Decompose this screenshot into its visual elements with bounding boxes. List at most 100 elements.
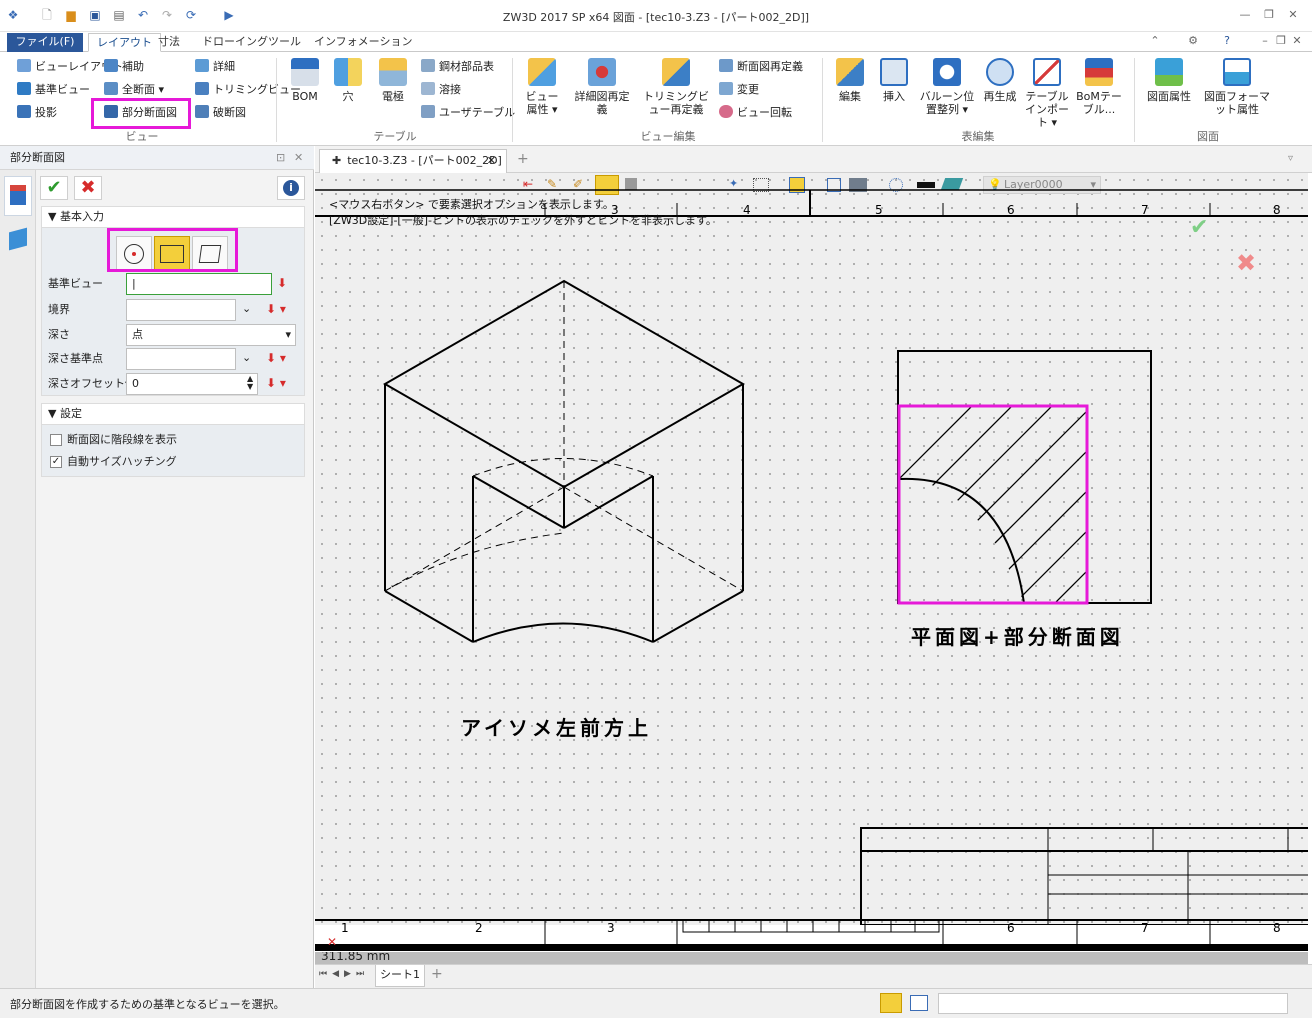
list-icon[interactable] (910, 995, 928, 1011)
collapse-ribbon-icon[interactable]: ⌃ (1146, 34, 1164, 48)
change-view-icon (719, 82, 733, 95)
weld-icon (421, 82, 435, 95)
view-layout-icon (17, 59, 31, 72)
add-tab-icon[interactable]: + (517, 151, 529, 167)
ruler-label: 1 (341, 921, 349, 935)
electrode-table-button[interactable]: 電極 (374, 58, 412, 103)
file-menu[interactable]: ファイル(F) (7, 33, 83, 52)
pick-icon[interactable]: ⬇ ▾ (266, 302, 286, 316)
section-tool-icon (10, 185, 26, 205)
chevron-down-icon[interactable]: ⌄ (242, 302, 251, 315)
iso-arc-edge (472, 622, 654, 643)
close-icon[interactable]: ✖ (1236, 249, 1256, 277)
close-window-icon[interactable]: ✕ (1284, 8, 1302, 22)
pin-icon[interactable]: ⊡ (276, 146, 285, 170)
full-section-button[interactable]: 全断面 ▾ (104, 81, 164, 99)
edit-table-button[interactable]: 編集 (830, 58, 870, 103)
check-icon[interactable]: ✔ (1190, 215, 1208, 240)
sheet-format-button[interactable]: 図面フォーマット属性 (1202, 58, 1272, 116)
close-tab-icon[interactable]: ✕ (487, 150, 496, 172)
auto-hatch-checkbox[interactable]: ✓ (50, 456, 62, 468)
pick-icon[interactable]: ⬇ ▾ (266, 376, 286, 390)
balloon-align-button[interactable]: バルーン位置整列 ▾ (918, 58, 976, 116)
gear-icon[interactable]: ⚙ (1184, 34, 1202, 48)
insert-button[interactable]: 挿入 (876, 58, 912, 103)
tab-dimension[interactable]: 寸法 (150, 33, 188, 52)
break-view-button[interactable]: 破断図 (195, 104, 246, 122)
info-button[interactable]: i (277, 176, 305, 200)
detail-view-button[interactable]: 詳細 (195, 58, 235, 76)
redefine-trim-button[interactable]: トリミングビュー再定義 (640, 58, 712, 116)
strip-tab-active[interactable] (4, 176, 32, 216)
field-label-depth-offset: 深さオフセット値 (48, 377, 136, 390)
bom-table-button[interactable]: BoMテーブル... (1076, 58, 1122, 116)
sheet-attribute-button[interactable]: 図面属性 (1142, 58, 1196, 103)
add-sheet-icon[interactable]: + (431, 966, 443, 982)
hole-table-icon (334, 58, 362, 86)
doc-close-icon[interactable]: ✕ (1288, 34, 1306, 48)
sheet-tab[interactable]: シート1 (375, 965, 425, 987)
weld-table-button[interactable]: 溶接 (421, 81, 461, 99)
command-panel: 部分断面図 ⊡ ✕ ✔ ✖ i ▼ 基本入力 基準ビュー | ⬇ 境界 ⌄ ⬇ … (0, 146, 314, 988)
drawing-svg: 3 4 5 6 7 8 アイソメ左前方上 平面図+部分断面図 (315, 189, 1308, 925)
restore-icon[interactable]: ❐ (1260, 8, 1278, 22)
status-mode-icon[interactable] (880, 993, 902, 1013)
sheet-nav-icons[interactable]: ⏮◀▶⏭ (319, 969, 369, 979)
field-label-boundary: 境界 (48, 303, 70, 316)
electrode-icon (379, 58, 407, 86)
hole-table-button[interactable]: 穴 (330, 58, 366, 103)
view-attribute-button[interactable]: ビュー属性 ▾ (522, 58, 562, 116)
base-view-input[interactable]: | (126, 273, 272, 295)
chevron-down-icon[interactable]: ⌄ (242, 351, 251, 364)
spinner-icon[interactable]: ▲ ▼ (247, 375, 253, 391)
bom-button[interactable]: BOM (286, 58, 324, 103)
boundary-type-highlight (107, 228, 238, 272)
minimize-icon[interactable]: — (1236, 8, 1254, 22)
projection-button[interactable]: 投影 (17, 104, 57, 122)
pick-icon[interactable]: ⬇ ▾ (266, 351, 286, 365)
info-icon: i (283, 180, 299, 196)
table-import-button[interactable]: テーブルインポート ▾ (1022, 58, 1072, 129)
redefine-detail-button[interactable]: 詳細図再定義 (570, 58, 634, 116)
document-tab-bar: ✚ tec10-3.Z3 - [パート002_2D] ✕ + ▿ (315, 146, 1312, 173)
rotate-view-button[interactable]: ビュー回転 (719, 104, 792, 122)
tab-menu-icon[interactable]: ▿ (1288, 153, 1293, 164)
tab-tools[interactable]: ツール (260, 33, 309, 52)
user-table-button[interactable]: ユーザテーブル (421, 104, 515, 122)
drawing-canvas[interactable]: ⇤ ✎ ✐ ✦ 💡 Layer0000 ▾ <マウス右ボタン> で要素選択オプシ… (315, 173, 1308, 925)
settings-section[interactable]: ▼ 設定 (41, 403, 305, 425)
step-line-checkbox[interactable] (50, 434, 62, 446)
ruler-label: 8 (1273, 921, 1281, 935)
auxiliary-view-button[interactable]: 補助 (104, 58, 144, 76)
ruler-label: 7 (1141, 203, 1149, 217)
pick-icon[interactable]: ⬇ (277, 276, 287, 290)
ruler-label: 6 (1007, 203, 1015, 217)
depth-select[interactable]: 点 ▾ (126, 324, 296, 346)
document-tab[interactable]: ✚ tec10-3.Z3 - [パート002_2D] ✕ (319, 149, 507, 173)
help-icon[interactable]: ? (1218, 34, 1236, 48)
plan-view-frame[interactable] (897, 350, 1152, 604)
basic-input-section[interactable]: ▼ 基本入力 (41, 206, 305, 228)
tab-information[interactable]: インフォメーション (306, 33, 420, 52)
close-icon[interactable]: ✖ (74, 176, 102, 200)
sheet-attribute-icon (1155, 58, 1183, 86)
rotate-view-icon (719, 105, 733, 118)
full-section-icon (104, 82, 118, 95)
panel-header: 部分断面図 ⊡ ✕ (0, 146, 314, 170)
redefine-section-button[interactable]: 断面図再定義 (719, 58, 803, 76)
iso-edge (563, 475, 654, 529)
table-import-icon (1033, 58, 1061, 86)
command-input[interactable] (938, 993, 1288, 1014)
depth-point-input[interactable] (126, 348, 236, 370)
base-view-button[interactable]: 基準ビュー (17, 81, 90, 99)
view-manager-icon[interactable] (9, 227, 27, 251)
regenerate-button[interactable]: 再生成 (980, 58, 1020, 103)
auto-hatch-label: 自動サイズハッチング (67, 455, 177, 468)
boundary-input[interactable] (126, 299, 236, 321)
check-icon[interactable]: ✔ (40, 176, 68, 200)
change-view-button[interactable]: 変更 (719, 81, 759, 99)
pin-icon: ✚ (332, 154, 342, 167)
depth-offset-input[interactable]: 0 (126, 373, 258, 395)
panel-close-icon[interactable]: ✕ (294, 146, 303, 170)
steel-bom-button[interactable]: 鋼材部品表 (421, 58, 494, 76)
